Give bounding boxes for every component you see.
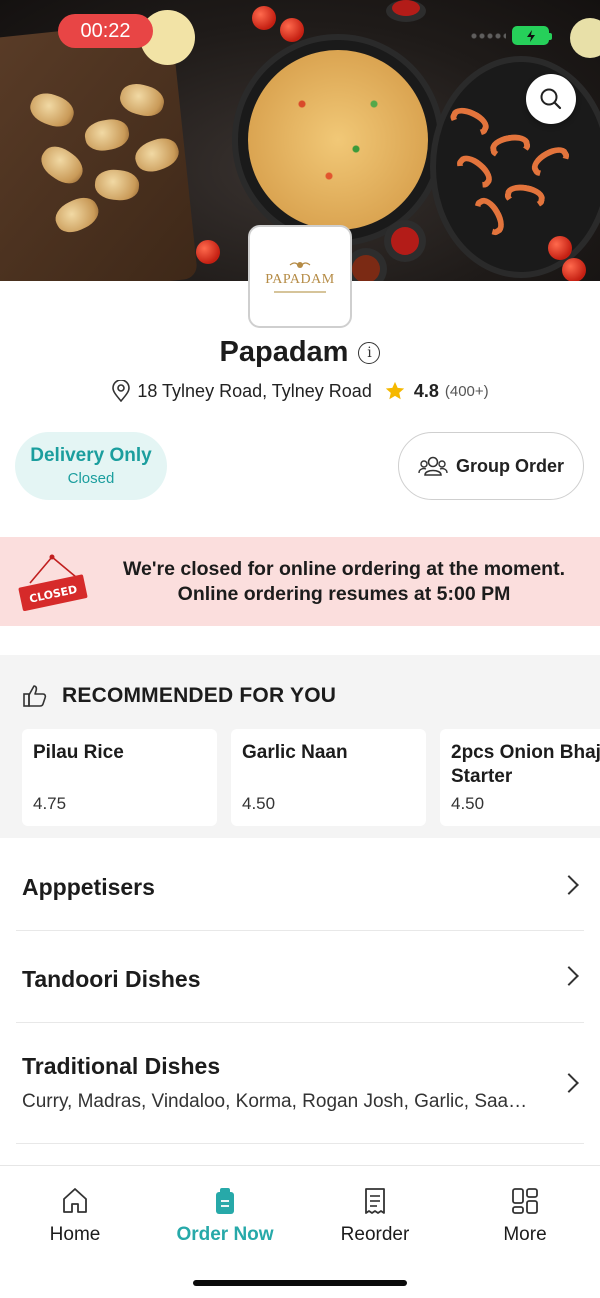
recommended-title: RECOMMENDED FOR YOU (62, 684, 337, 707)
nav-reorder[interactable]: Reorder (300, 1186, 450, 1246)
thumbs-up-icon (23, 685, 47, 707)
charging-battery-icon (512, 26, 552, 45)
search-icon (540, 88, 562, 110)
search-button[interactable] (526, 74, 576, 124)
category-title: Traditional Dishes (22, 1053, 221, 1079)
rating-value: 4.8 (413, 380, 439, 401)
recommended-carousel[interactable]: Pilau Rice 4.75 Garlic Naan 4.50 2pcs On… (22, 729, 600, 826)
nav-home[interactable]: Home (0, 1186, 150, 1246)
screen-recording-timer: 00:22 (58, 14, 153, 48)
recommended-item[interactable]: Garlic Naan 4.50 (231, 729, 426, 826)
logo-text: PAPADAM (265, 272, 335, 287)
recommended-header: RECOMMENDED FOR YOU (22, 683, 336, 709)
category-row-tandoori[interactable]: Tandoori Dishes (0, 931, 600, 1022)
review-count: (400+) (444, 382, 489, 400)
receipt-icon (365, 1188, 385, 1214)
divider (16, 1143, 584, 1144)
restaurant-name-row: Papadam i (0, 336, 600, 369)
recommended-item-price: 4.50 (242, 794, 276, 813)
recommended-item[interactable]: Pilau Rice 4.75 (22, 729, 217, 826)
closed-sign-icon: CLOSED (18, 554, 88, 612)
star-icon (385, 381, 404, 400)
category-title: Apppetisers (22, 874, 155, 900)
group-order-button[interactable]: Group Order (398, 432, 584, 500)
logo-crest-icon (289, 262, 311, 268)
nav-order-now-label: Order Now (176, 1224, 274, 1245)
chevron-right-icon (559, 1073, 579, 1093)
recommended-item-price: 4.50 (451, 794, 485, 813)
category-title: Tandoori Dishes (22, 966, 201, 992)
location-pin-icon (112, 380, 131, 402)
category-row-traditional[interactable]: Traditional Dishes Curry, Madras, Vindal… (0, 1023, 600, 1143)
recommended-item[interactable]: 2pcs Onion Bhaji Starter 4.50 (440, 729, 600, 826)
order-bag-icon (216, 1188, 234, 1214)
recommended-item-name: Pilau Rice (33, 742, 124, 763)
info-icon[interactable]: i (358, 341, 381, 364)
nav-home-label: Home (49, 1224, 101, 1245)
delivery-mode-title: Delivery Only (30, 445, 152, 466)
nav-order-now[interactable]: Order Now (150, 1186, 300, 1246)
closed-message-line-1: We're closed for online ordering at the … (122, 558, 565, 580)
restaurant-logo: PAPADAM (248, 225, 352, 328)
grid-icon (512, 1188, 538, 1214)
nav-more-label: More (503, 1224, 547, 1245)
chevron-right-icon (559, 875, 579, 895)
recommended-item-price: 4.75 (33, 794, 67, 813)
recommended-item-name: 2pcs Onion Bhaji Starter (451, 742, 600, 787)
delivery-mode-toggle[interactable]: Delivery Only Closed (15, 432, 167, 500)
recommended-section: RECOMMENDED FOR YOU Pilau Rice 4.75 Garl… (0, 655, 600, 838)
nav-reorder-label: Reorder (340, 1224, 410, 1245)
bottom-navigation: Home Order Now Reorder More (0, 1165, 600, 1298)
category-row-appetisers[interactable]: Apppetisers (0, 838, 600, 930)
group-icon (418, 456, 448, 476)
closed-message: We're closed for online ordering at the … (96, 557, 592, 607)
delivery-status: Closed (67, 470, 115, 487)
nav-more[interactable]: More (450, 1186, 600, 1246)
address-row: 18 Tylney Road, Tylney Road 4.8 (400+) (0, 380, 600, 402)
home-indicator (193, 1280, 407, 1286)
recommended-item-name: Garlic Naan (242, 742, 348, 763)
group-order-label: Group Order (455, 455, 564, 476)
restaurant-name: Papadam (219, 336, 349, 368)
category-description: Curry, Madras, Vindaloo, Korma, Rogan Jo… (22, 1091, 532, 1112)
restaurant-address: 18 Tylney Road, Tylney Road (137, 380, 372, 401)
closed-message-line-2: Online ordering resumes at 5:00 PM (177, 583, 511, 605)
chevron-right-icon (559, 966, 579, 986)
closed-notice-banner: CLOSED We're closed for online ordering … (0, 537, 600, 626)
home-icon (63, 1188, 87, 1213)
signal-dots (470, 33, 506, 39)
